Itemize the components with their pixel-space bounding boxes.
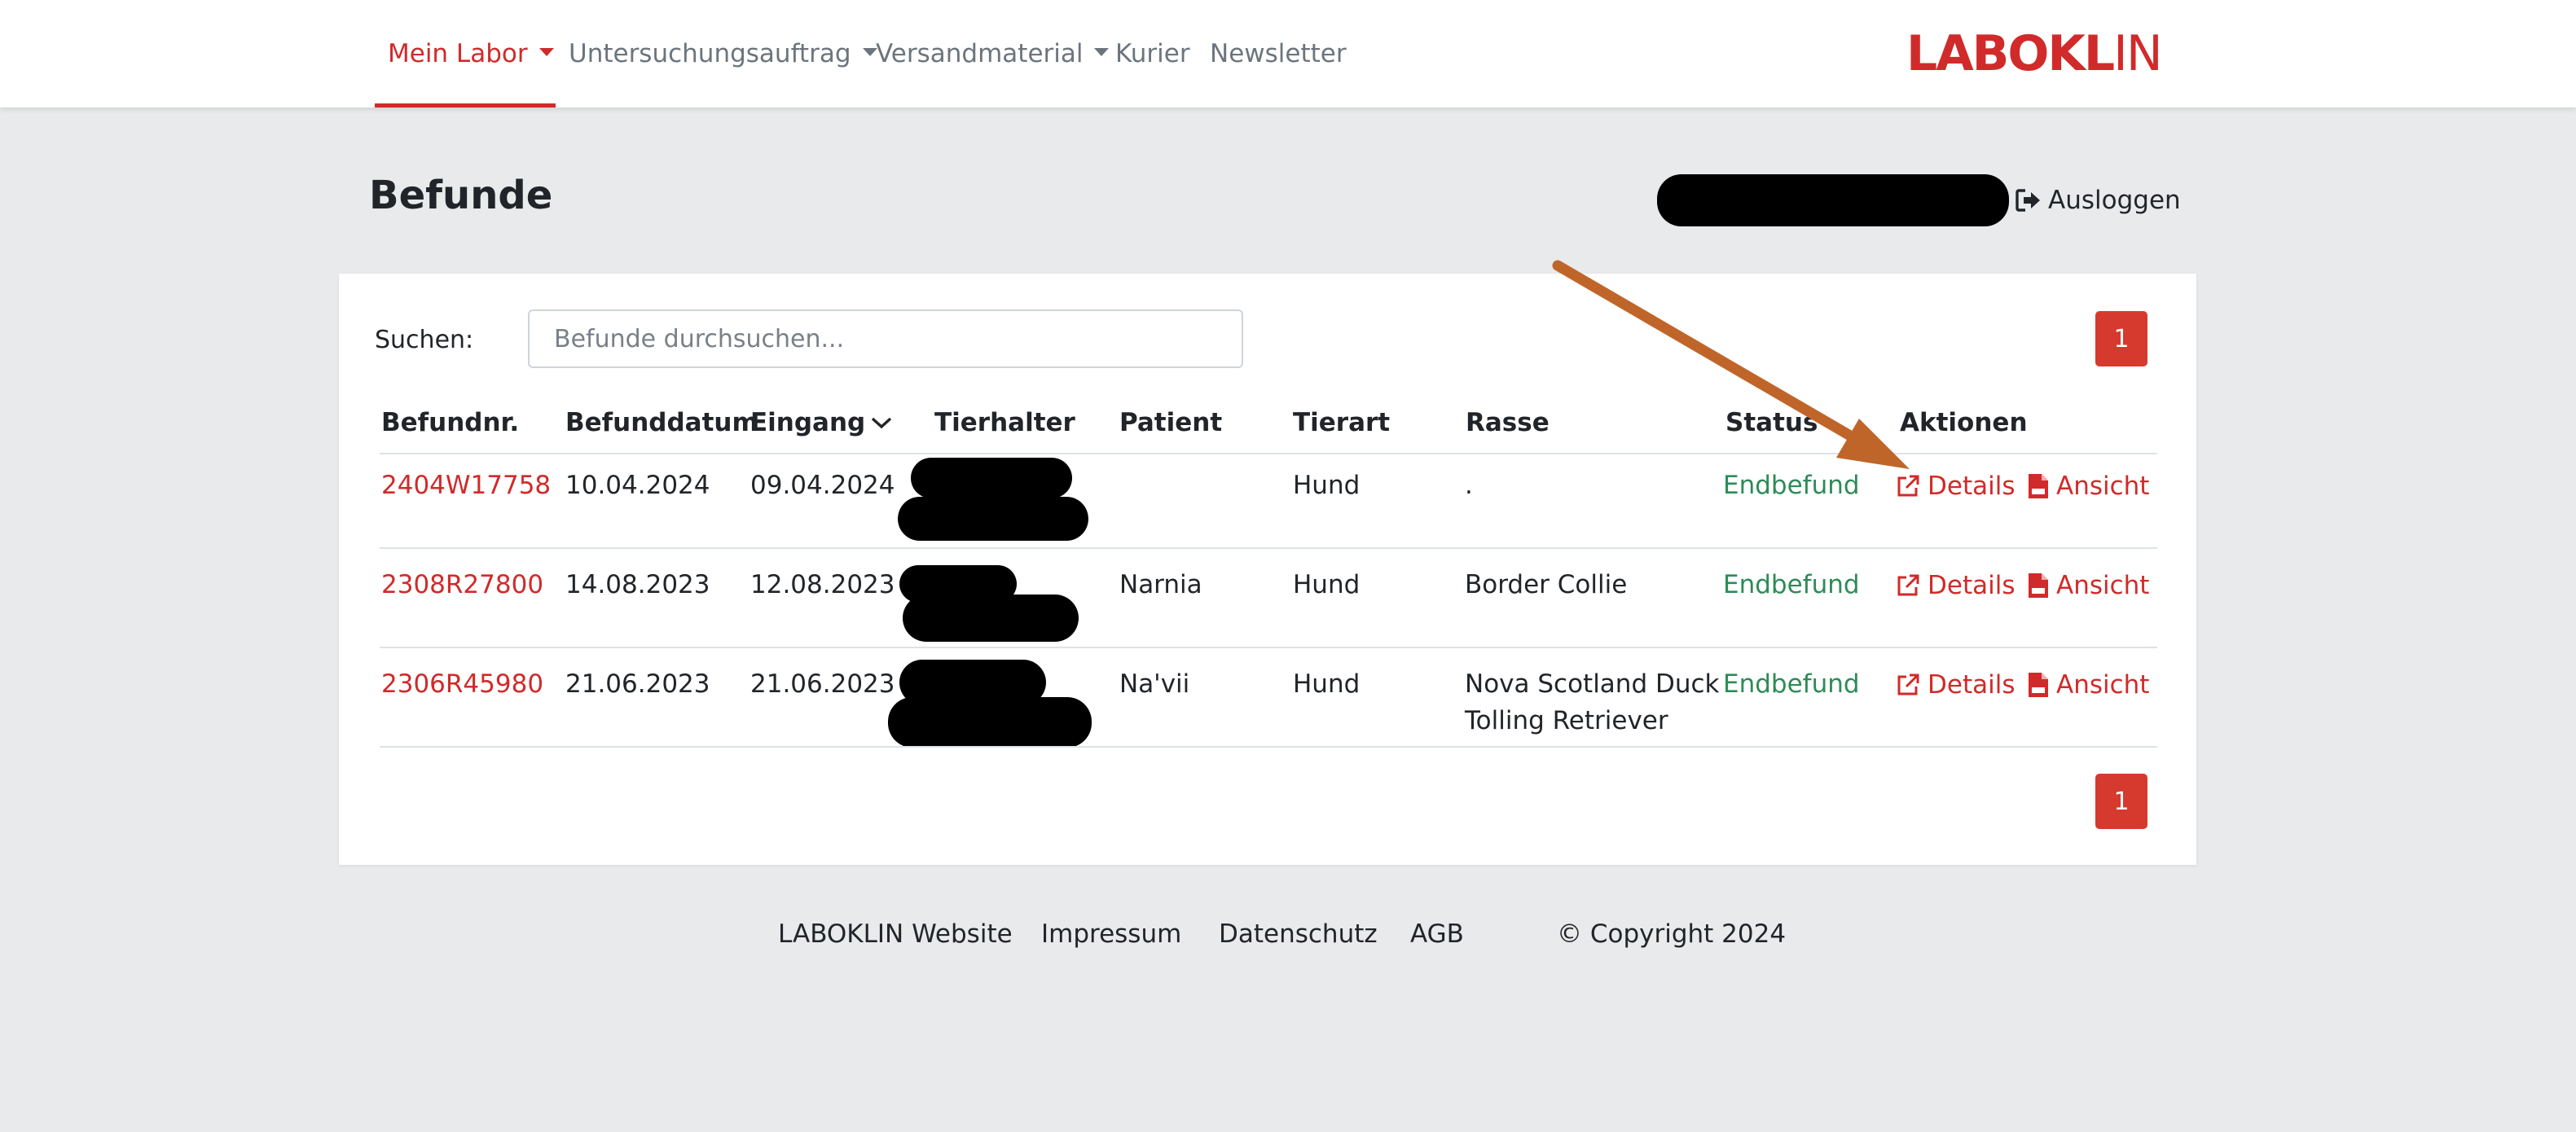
col-tierhalter[interactable]: Tierhalter [934,406,1075,440]
col-eingang-label: Eingang [750,408,866,437]
file-pdf-icon [2029,672,2048,697]
ansicht-link[interactable]: Ansicht [2027,666,2149,703]
status-cell: Endbefund [1723,471,1860,500]
redacted-tierhalter [911,458,1072,498]
table-bottom-divider [380,746,2157,748]
befunddatum-cell: 10.04.2024 [565,471,710,500]
top-navbar: Mein Labor Untersuchungsauftrag Versandm… [0,0,2576,107]
col-befunddatum[interactable]: Befunddatum [565,406,758,440]
footer-impressum[interactable]: Impressum [1041,917,1181,951]
external-link-icon [1897,574,1919,595]
patient-cell: Na'vii [1119,669,1190,699]
nav-untersuchungsauftrag[interactable]: Untersuchungsauftrag [569,0,877,107]
nav-label-versandmaterial: Versandmaterial [876,39,1084,68]
details-label: Details [1928,669,2016,700]
befundnr-link[interactable]: 2404W17758 [381,467,551,504]
nav-newsletter[interactable]: Newsletter [1210,0,1347,107]
eingang-cell: 09.04.2024 [750,471,895,500]
col-befundnr[interactable]: Befundnr. [381,406,519,440]
nav-versandmaterial[interactable]: Versandmaterial [876,0,1110,107]
tierart-cell: Hund [1293,669,1361,699]
row-divider [380,547,2157,549]
col-status[interactable]: Status [1725,406,1818,440]
sign-out-icon [2016,189,2040,212]
caret-down-icon [538,48,554,56]
status-cell: Endbefund [1723,669,1860,699]
rasse-cell: Nova Scotland Duck [1465,669,1720,699]
tierart-cell: Hund [1293,570,1361,599]
row-divider [380,647,2157,648]
ansicht-label: Ansicht [2056,570,2150,600]
col-tierart[interactable]: Tierart [1293,406,1390,440]
logout-link[interactable]: Ausloggen [2016,182,2181,218]
ansicht-link[interactable]: Ansicht [2027,467,2149,504]
col-patient[interactable]: Patient [1119,406,1222,440]
external-link-icon [1897,475,1919,496]
rasse-cell: Border Collie [1465,570,1628,599]
nav-label-untersuchungsauftrag: Untersuchungsauftrag [569,39,851,68]
file-pdf-icon [2029,573,2048,598]
col-eingang[interactable]: Eingang [750,406,893,440]
footer-laboklin-website[interactable]: LABOKLIN Website [778,917,1013,951]
redacted-tierhalter [888,697,1092,748]
pagination-page-bottom[interactable]: 1 [2095,774,2147,829]
befunddatum-cell: 14.08.2023 [565,570,710,599]
logo-text-bold: LABOKL [1906,25,2115,82]
redacted-tierhalter [903,595,1079,642]
ansicht-link[interactable]: Ansicht [2027,567,2149,603]
details-link[interactable]: Details [1895,567,2015,603]
caret-down-icon [862,48,877,56]
nav-label-newsletter: Newsletter [1210,39,1347,68]
ansicht-label: Ansicht [2056,669,2150,700]
eingang-cell: 21.06.2023 [750,669,895,699]
logo-text-thin: IN [2113,25,2163,82]
details-link[interactable]: Details [1895,666,2015,703]
tierart-cell: Hund [1293,471,1361,500]
pagination-page-top[interactable]: 1 [2095,311,2147,366]
footer-datenschutz[interactable]: Datenschutz [1219,917,1378,951]
footer-copyright: © Copyright 2024 [1557,919,1787,949]
active-nav-indicator [375,103,556,107]
col-aktionen: Aktionen [1900,408,2028,437]
nav-kurier[interactable]: Kurier [1115,0,1190,107]
ansicht-label: Ansicht [2056,471,2150,501]
details-label: Details [1928,471,2016,501]
nav-label-mein-labor: Mein Labor [388,39,528,68]
redacted-tierhalter [898,497,1088,541]
footer-agb[interactable]: AGB [1410,917,1464,951]
befundnr-link[interactable]: 2306R45980 [381,666,543,703]
external-link-icon [1897,673,1919,695]
laboklin-logo[interactable]: LABOKL IN [1906,21,2163,86]
col-rasse[interactable]: Rasse [1466,406,1550,440]
details-label: Details [1928,570,2016,600]
file-pdf-icon [2029,473,2048,498]
befundnr-link[interactable]: 2308R27800 [381,567,543,603]
details-link[interactable]: Details [1895,467,2015,504]
nav-mein-labor[interactable]: Mein Labor [388,0,554,107]
befunddatum-cell: 21.06.2023 [565,669,710,699]
patient-cell: Narnia [1119,570,1202,599]
status-cell: Endbefund [1723,570,1860,599]
rasse-cell: . [1465,471,1473,500]
logout-label: Ausloggen [2048,186,2181,215]
search-label: Suchen: [375,325,474,354]
caret-down-icon [1094,48,1110,56]
rasse-cell-line2: Tolling Retriever [1465,706,1668,735]
nav-label-kurier: Kurier [1115,39,1190,68]
table-header-divider [380,453,2157,454]
chevron-down-icon [872,417,892,429]
redacted-username [1657,174,2009,226]
eingang-cell: 12.08.2023 [750,570,895,599]
search-input[interactable] [528,309,1243,368]
page-title: Befunde [369,173,553,218]
